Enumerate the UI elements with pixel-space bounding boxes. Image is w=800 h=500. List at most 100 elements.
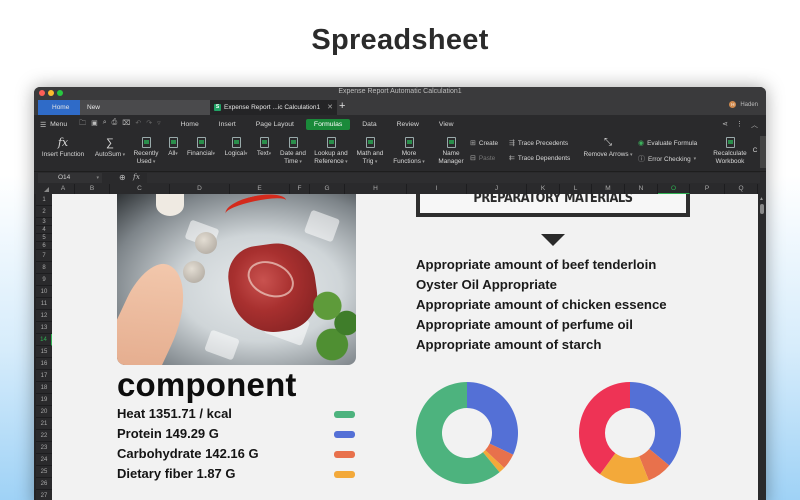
row-header-15[interactable]: 15 (36, 346, 52, 358)
row-header-19[interactable]: 19 (36, 394, 52, 406)
column-header-d[interactable]: D (170, 184, 230, 194)
row-header-24[interactable]: 24 (36, 454, 52, 466)
evaluate-formula-button[interactable]: ◉ Evaluate Formula (638, 139, 697, 148)
print-icon[interactable]: ⎙ (112, 119, 118, 130)
row-header-10[interactable]: 10 (36, 286, 52, 298)
text-functions-button[interactable]: Text▾ (253, 137, 275, 158)
paste-name-button[interactable]: ⊟ Paste (470, 154, 495, 163)
row-header-20[interactable]: 20 (36, 406, 52, 418)
column-header-i[interactable]: I (407, 184, 467, 194)
row-header-1[interactable]: 1 (36, 194, 52, 206)
row-header-2[interactable]: 2 (36, 206, 52, 218)
column-header-o[interactable]: O (658, 184, 690, 194)
column-header-j[interactable]: J (467, 184, 527, 194)
insert-function-button[interactable]: fx Insert Function (38, 137, 88, 159)
sheet-canvas[interactable]: PREPARATORY MATERIALS Appropriate amount… (52, 194, 758, 500)
formula-input[interactable] (147, 173, 760, 183)
column-header-k[interactable]: K (527, 184, 560, 194)
row-header-25[interactable]: 25 (36, 466, 52, 478)
row-header-14[interactable]: 14 (36, 334, 52, 346)
column-header-h[interactable]: H (345, 184, 407, 194)
row-header-8[interactable]: 8 (36, 262, 52, 274)
recalculate-workbook-button[interactable]: Recalculate Workbook (710, 137, 750, 166)
create-name-button[interactable]: ⊞ Create (470, 139, 498, 148)
math-trig-button[interactable]: Math and Trig ▾ (354, 137, 386, 166)
column-header-a[interactable]: A (52, 184, 75, 194)
lookup-reference-button[interactable]: Lookup and Reference ▾ (311, 137, 351, 166)
scroll-up-icon[interactable]: ▲ (759, 196, 764, 202)
menu-button[interactable]: ☰ Menu (40, 121, 67, 129)
column-header-f[interactable]: F (290, 184, 310, 194)
tab-page-layout[interactable]: Page Layout (248, 119, 302, 130)
ribbon-cutoff-item[interactable]: C (752, 147, 758, 155)
donut-chart-2[interactable] (579, 382, 681, 484)
more-functions-button[interactable]: More Functions ▾ (388, 137, 430, 166)
donut-slice-blue[interactable] (630, 382, 681, 466)
trace-dependents-button[interactable]: ⇇ Trace Dependents (509, 154, 570, 163)
save-icon[interactable]: ▣ (91, 119, 98, 130)
column-header-l[interactable]: L (560, 184, 592, 194)
tab-new[interactable]: New (80, 100, 210, 115)
add-tab-button[interactable]: + (339, 99, 345, 114)
row-header-9[interactable]: 9 (36, 274, 52, 286)
row-header-5[interactable]: 5 (36, 234, 52, 242)
row-header-6[interactable]: 6 (36, 242, 52, 250)
redo-icon[interactable]: ↷ (146, 119, 152, 130)
date-time-button[interactable]: Date and Time ▾ (277, 137, 309, 166)
open-folder-icon[interactable]: 🗀 (79, 119, 86, 130)
row-header-21[interactable]: 21 (36, 418, 52, 430)
vertical-scrollbar[interactable]: ▲ (758, 194, 766, 500)
all-functions-button[interactable]: All▾ (164, 137, 182, 158)
row-header-3[interactable]: 3 (36, 218, 52, 226)
tab-formulas[interactable]: Formulas (305, 119, 351, 130)
more-icon[interactable]: ▿ (157, 119, 161, 130)
share-icon[interactable]: ⋖ (722, 120, 728, 130)
steak-photo[interactable] (117, 194, 356, 365)
remove-arrows-button[interactable]: ⤡ Remove Arrows ▾ (580, 137, 636, 159)
tab-home-menu[interactable]: Home (173, 119, 207, 130)
financial-button[interactable]: Financial▾ (184, 137, 218, 158)
row-header-11[interactable]: 11 (36, 298, 52, 310)
column-header-m[interactable]: M (592, 184, 625, 194)
donut-slice-protein[interactable] (467, 382, 518, 455)
zoom-icon[interactable]: ⊕ (119, 173, 126, 182)
column-header-p[interactable]: P (690, 184, 725, 194)
close-tab-icon[interactable]: ✕ (327, 100, 333, 115)
print-preview-icon[interactable]: ⌧ (122, 119, 130, 130)
select-all-corner[interactable] (36, 184, 52, 194)
tab-home[interactable]: Home (38, 100, 80, 115)
autosum-button[interactable]: ∑ AutoSum ▾ (92, 137, 128, 159)
row-header-7[interactable]: 7 (36, 250, 52, 262)
row-header-16[interactable]: 16 (36, 358, 52, 370)
column-header-c[interactable]: C (110, 184, 170, 194)
row-header-17[interactable]: 17 (36, 370, 52, 382)
tab-review[interactable]: Review (389, 119, 427, 130)
row-header-22[interactable]: 22 (36, 430, 52, 442)
row-header-23[interactable]: 23 (36, 442, 52, 454)
row-header-4[interactable]: 4 (36, 226, 52, 234)
recently-used-button[interactable]: Recently Used ▾ (130, 137, 162, 166)
scrollbar-thumb[interactable] (760, 204, 764, 214)
name-manager-button[interactable]: Name Manager (434, 137, 468, 166)
column-header-n[interactable]: N (625, 184, 658, 194)
column-header-q[interactable]: Q (725, 184, 758, 194)
row-header-27[interactable]: 27 (36, 490, 52, 500)
fx-icon[interactable]: fx (133, 172, 140, 181)
trace-precedents-button[interactable]: ⇶ Trace Precedents (509, 139, 568, 148)
tab-document[interactable]: S Expense Report ...ic Calculation1 ✕ (210, 100, 337, 115)
format-painter-icon[interactable]: ⌕ (103, 119, 107, 130)
donut-chart-1[interactable] (416, 382, 518, 484)
row-header-26[interactable]: 26 (36, 478, 52, 490)
collapse-icon[interactable]: ︿ (751, 120, 758, 130)
more-vertical-icon[interactable]: ⋮ (736, 120, 743, 130)
column-header-b[interactable]: B (75, 184, 110, 194)
tab-data[interactable]: Data (354, 119, 384, 130)
row-header-18[interactable]: 18 (36, 382, 52, 394)
tab-view[interactable]: View (431, 119, 462, 130)
column-header-g[interactable]: G (310, 184, 345, 194)
tab-insert[interactable]: Insert (211, 119, 244, 130)
error-checking-button[interactable]: ⓘ Error Checking ▾ (638, 154, 696, 164)
name-box[interactable]: O14 ▾ (38, 173, 102, 183)
ribbon-scroll-button[interactable] (760, 136, 766, 168)
column-header-e[interactable]: E (230, 184, 290, 194)
